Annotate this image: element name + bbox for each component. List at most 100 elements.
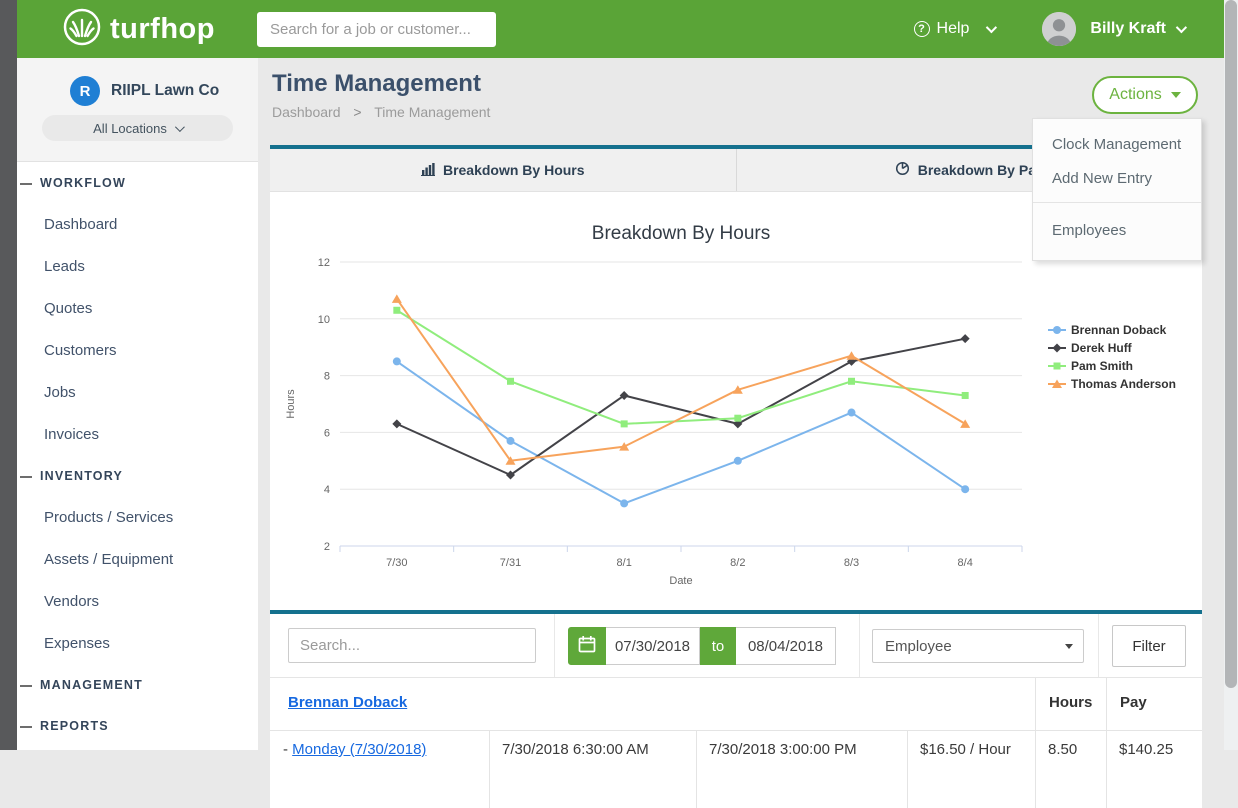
- sidebar-item-products-services[interactable]: Products / Services: [17, 496, 258, 538]
- date-range-group: to: [568, 627, 836, 665]
- svg-text:4: 4: [324, 484, 330, 496]
- sidebar-item-customers[interactable]: Customers: [17, 329, 258, 371]
- breadcrumb: Dashboard > Time Management: [272, 104, 490, 120]
- employee-group-link[interactable]: Brennan Doback: [288, 694, 407, 711]
- svg-text:8: 8: [324, 371, 330, 383]
- hours-column-header: Hours: [1035, 678, 1106, 730]
- locations-label: All Locations: [93, 121, 167, 136]
- actions-button[interactable]: Actions: [1092, 76, 1198, 114]
- scrollbar-thumb[interactable]: [1225, 0, 1237, 688]
- caret-down-icon: [1065, 644, 1073, 649]
- svg-text:2: 2: [324, 541, 330, 553]
- date-to-label: to: [700, 627, 736, 665]
- sidebar-nav: WORKFLOWDashboardLeadsQuotesCustomersJob…: [17, 162, 258, 746]
- svg-text:8/4: 8/4: [958, 557, 973, 569]
- page-title: Time Management: [272, 70, 481, 98]
- tab-breakdown-by-hours[interactable]: Breakdown By Hours: [270, 149, 736, 191]
- svg-text:10: 10: [318, 314, 330, 326]
- svg-text:Date: Date: [669, 575, 692, 587]
- svg-text:8/3: 8/3: [844, 557, 859, 569]
- employee-select[interactable]: Employee: [872, 629, 1084, 663]
- svg-text:Thomas Anderson: Thomas Anderson: [1071, 377, 1176, 391]
- filter-button[interactable]: Filter: [1112, 625, 1186, 667]
- svg-text:8/2: 8/2: [730, 557, 745, 569]
- svg-text:Breakdown By Hours: Breakdown By Hours: [592, 223, 770, 244]
- company-name: RIIPL Lawn Co: [111, 82, 219, 100]
- sidebar-item-leads[interactable]: Leads: [17, 245, 258, 287]
- dashes-icon: [20, 685, 32, 687]
- divider: [1098, 614, 1099, 677]
- menu-item-clock-management[interactable]: Clock Management: [1033, 127, 1201, 161]
- svg-text:Hours: Hours: [285, 389, 297, 419]
- collapsed-nav-strip: [0, 0, 17, 750]
- sidebar: R RIIPL Lawn Co All Locations WORKFLOWDa…: [17, 58, 258, 750]
- cell-end: 7/30/2018 3:00:00 PM: [696, 731, 907, 808]
- breadcrumb-dashboard[interactable]: Dashboard: [272, 104, 341, 120]
- table-row: - Monday (7/30/2018)7/30/2018 6:30:00 AM…: [270, 730, 1202, 808]
- svg-text:12: 12: [318, 257, 330, 269]
- menu-item-add-new-entry[interactable]: Add New Entry: [1033, 161, 1201, 195]
- cell-hours: 8.50: [1035, 731, 1106, 808]
- chevron-down-icon: [175, 122, 185, 132]
- menu-item-employees[interactable]: Employees: [1033, 210, 1201, 250]
- logo-text: turfhop: [110, 13, 215, 46]
- sidebar-section-workflow[interactable]: WORKFLOW: [17, 162, 258, 203]
- page-scrollbar: [1224, 0, 1238, 750]
- svg-text:Derek Huff: Derek Huff: [1071, 341, 1133, 355]
- sidebar-item-dashboard[interactable]: Dashboard: [17, 203, 258, 245]
- sidebar-item-assets-equipment[interactable]: Assets / Equipment: [17, 538, 258, 580]
- filter-bar: to Employee Filter: [270, 610, 1202, 678]
- svg-text:Pam Smith: Pam Smith: [1071, 359, 1133, 373]
- table-body: - Monday (7/30/2018)7/30/2018 6:30:00 AM…: [270, 730, 1202, 808]
- sidebar-section-management[interactable]: MANAGEMENT: [17, 664, 258, 705]
- employee-group-cell: Brennan Doback: [270, 678, 1035, 730]
- date-to-input[interactable]: [736, 627, 836, 665]
- calendar-button[interactable]: [568, 627, 606, 665]
- dashes-icon: [20, 726, 32, 728]
- sidebar-item-expenses[interactable]: Expenses: [17, 622, 258, 664]
- actions-dropdown-menu: Clock Management Add New Entry Employees: [1032, 118, 1202, 261]
- turfhop-logo[interactable]: turfhop: [62, 7, 215, 52]
- sidebar-company-block: R RIIPL Lawn Co All Locations: [17, 58, 258, 162]
- menu-divider: [1033, 202, 1201, 203]
- sidebar-item-quotes[interactable]: Quotes: [17, 287, 258, 329]
- divider: [859, 614, 860, 677]
- svg-text:7/30: 7/30: [386, 557, 407, 569]
- chevron-down-icon: [986, 22, 997, 33]
- svg-text:8/1: 8/1: [617, 557, 632, 569]
- sidebar-item-vendors[interactable]: Vendors: [17, 580, 258, 622]
- cell-start: 7/30/2018 6:30:00 AM: [489, 731, 696, 808]
- date-from-input[interactable]: [606, 627, 700, 665]
- pay-column-header: Pay: [1106, 678, 1202, 730]
- cell-pay: $140.25: [1106, 731, 1202, 808]
- calendar-icon: [578, 635, 596, 658]
- svg-text:6: 6: [324, 427, 330, 439]
- table-header: Brennan Doback Hours Pay: [270, 678, 1202, 730]
- dashes-icon: [20, 476, 32, 478]
- top-header: turfhop ? Help Billy Kraft: [17, 0, 1224, 58]
- pie-chart-icon: [895, 161, 910, 179]
- user-name[interactable]: Billy Kraft: [1090, 20, 1166, 38]
- grass-logo-icon: [62, 7, 102, 52]
- global-search-input[interactable]: [257, 12, 496, 47]
- sidebar-item-jobs[interactable]: Jobs: [17, 371, 258, 413]
- sidebar-item-invoices[interactable]: Invoices: [17, 413, 258, 455]
- bar-chart-icon: [421, 162, 435, 179]
- help-icon: ?: [914, 21, 930, 37]
- svg-text:7/31: 7/31: [500, 557, 521, 569]
- help-menu[interactable]: ? Help: [914, 20, 995, 38]
- breadcrumb-separator: >: [353, 104, 361, 120]
- locations-dropdown[interactable]: All Locations: [42, 115, 233, 141]
- breadcrumb-current: Time Management: [374, 104, 490, 120]
- sidebar-section-inventory[interactable]: INVENTORY: [17, 455, 258, 496]
- caret-down-icon: [1171, 92, 1181, 98]
- company-logo: R: [70, 76, 100, 106]
- svg-text:Brennan Doback: Brennan Doback: [1071, 323, 1167, 337]
- cell-day: - Monday (7/30/2018): [270, 731, 489, 808]
- sidebar-section-reports[interactable]: REPORTS: [17, 705, 258, 746]
- avatar[interactable]: [1042, 12, 1076, 46]
- cell-rate: $16.50 / Hour: [907, 731, 1035, 808]
- dashes-icon: [20, 183, 32, 185]
- table-search-input[interactable]: [288, 628, 536, 663]
- help-label: Help: [937, 20, 970, 38]
